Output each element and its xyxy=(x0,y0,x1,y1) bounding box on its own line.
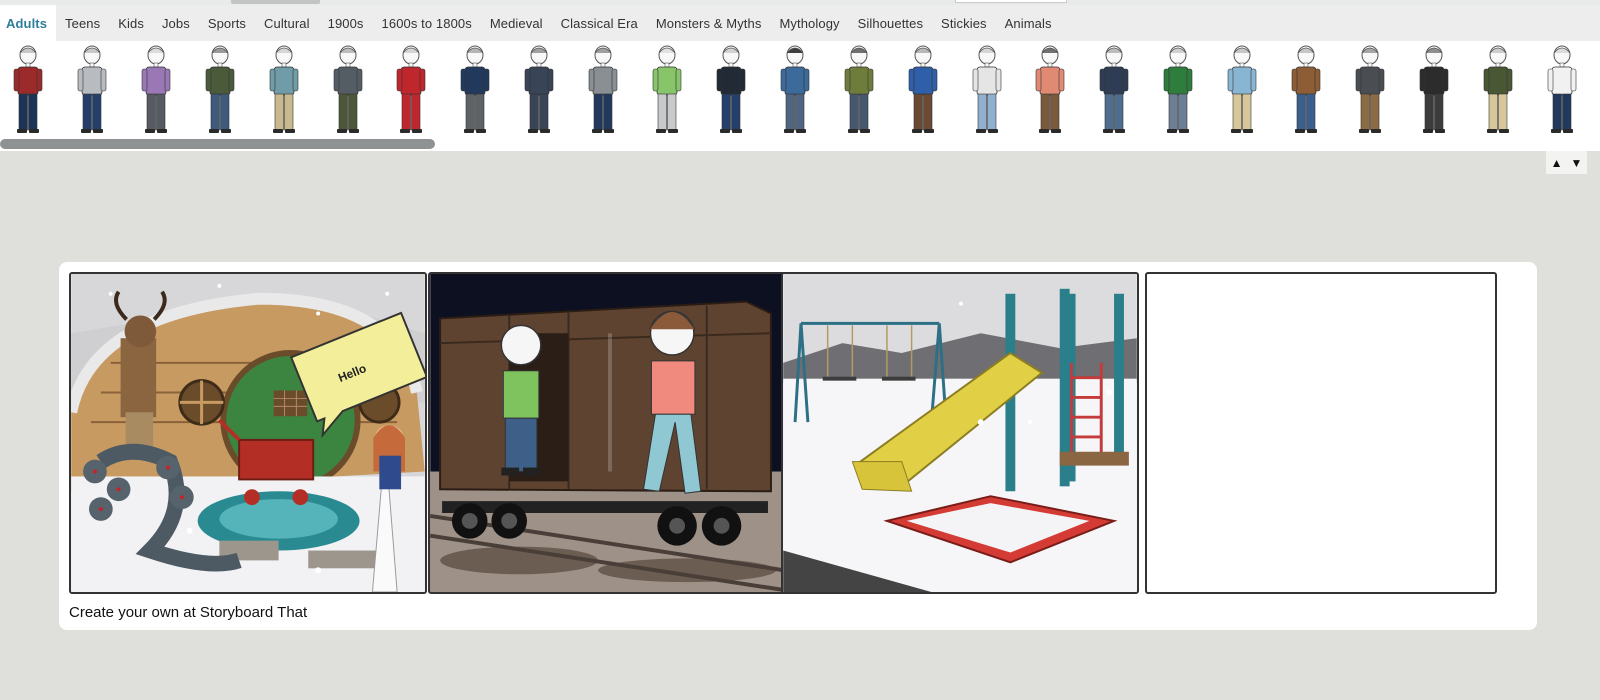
character-thumbnail[interactable] xyxy=(1414,44,1454,136)
character-thumbnail[interactable] xyxy=(839,44,879,136)
character-figure xyxy=(205,45,234,133)
character-thumbnail[interactable] xyxy=(1478,44,1518,136)
character-figure xyxy=(1483,45,1512,133)
tab-adults[interactable]: Adults xyxy=(0,5,57,41)
character-figure xyxy=(1419,45,1449,133)
character-figure xyxy=(1291,45,1321,133)
character-library-row xyxy=(0,41,1600,151)
character-thumbnail[interactable] xyxy=(711,44,751,136)
character-figure xyxy=(972,45,1001,133)
character-figure xyxy=(1547,45,1576,133)
character-thumbnail[interactable] xyxy=(455,44,495,136)
character-thumbnail[interactable] xyxy=(1222,44,1262,136)
character-thumbnail[interactable] xyxy=(1094,44,1134,136)
storyboard-cell-3[interactable] xyxy=(781,272,1139,594)
character-figure xyxy=(269,45,298,133)
character-figure xyxy=(77,45,107,133)
character-thumbnail[interactable] xyxy=(1158,44,1198,136)
character-figure xyxy=(652,45,682,133)
character-thumbnail[interactable] xyxy=(1030,44,1070,136)
character-thumbnail[interactable] xyxy=(647,44,687,136)
character-figure xyxy=(780,45,810,133)
tab-classical-era[interactable]: Classical Era xyxy=(552,5,647,41)
tab-sports[interactable]: Sports xyxy=(199,5,255,41)
top-scroll-grip[interactable] xyxy=(231,0,320,4)
scene-snowy-hobbit-hole: Hello xyxy=(71,274,425,592)
character-figure xyxy=(1355,45,1385,133)
tab-cultural[interactable]: Cultural xyxy=(255,5,319,41)
tab-1900s[interactable]: 1900s xyxy=(319,5,373,41)
character-thumbnail[interactable] xyxy=(1350,44,1390,136)
zoom-arrows: ▲ ▼ xyxy=(1546,151,1587,174)
character-thumbnail[interactable] xyxy=(328,44,368,136)
character-thumbnail[interactable] xyxy=(519,44,559,136)
character-figure xyxy=(908,45,937,133)
tab-stickies[interactable]: Stickies xyxy=(932,5,996,41)
character-figure xyxy=(141,45,171,133)
character-figure xyxy=(524,45,554,133)
tab-jobs[interactable]: Jobs xyxy=(153,5,199,41)
tab-animals[interactable]: Animals xyxy=(996,5,1061,41)
storyboard: Hello Create your own at Storyboard That xyxy=(59,262,1537,630)
character-figure xyxy=(588,45,618,133)
scene-snowy-playground xyxy=(783,274,1137,592)
scene-train-boxcar xyxy=(430,274,784,592)
tab-teens[interactable]: Teens xyxy=(56,5,109,41)
tab-kids[interactable]: Kids xyxy=(109,5,153,41)
storyboard-cell-4-empty[interactable] xyxy=(1145,272,1497,594)
character-figure xyxy=(1163,45,1193,133)
character-figure xyxy=(1099,45,1129,133)
storyboard-caption: Create your own at Storyboard That xyxy=(69,604,308,621)
character-thumbnail[interactable] xyxy=(200,44,240,136)
storyboard-cell-1[interactable]: Hello xyxy=(69,272,427,594)
character-figure xyxy=(397,45,426,133)
character-thumbnail[interactable] xyxy=(903,44,943,136)
character-thumbnail[interactable] xyxy=(136,44,176,136)
arrow-down-icon[interactable]: ▼ xyxy=(1571,157,1583,169)
character-figure xyxy=(333,45,362,133)
character-figure xyxy=(13,45,43,133)
tab-silhouettes[interactable]: Silhouettes xyxy=(849,5,932,41)
character-thumbnail[interactable] xyxy=(775,44,815,136)
character-thumbnail[interactable] xyxy=(583,44,623,136)
storyboard-cell-2[interactable] xyxy=(428,272,786,594)
character-thumbnail[interactable] xyxy=(72,44,112,136)
tab-medieval[interactable]: Medieval xyxy=(481,5,552,41)
character-thumbnail[interactable] xyxy=(1286,44,1326,136)
character-thumbnail[interactable] xyxy=(391,44,431,136)
character-figure xyxy=(1036,45,1065,133)
character-row-scrollbar[interactable] xyxy=(0,139,435,149)
tab-mythology[interactable]: Mythology xyxy=(770,5,848,41)
tab-monsters-myths[interactable]: Monsters & Myths xyxy=(647,5,771,41)
character-figure xyxy=(844,45,873,133)
arrow-up-icon[interactable]: ▲ xyxy=(1551,157,1563,169)
character-thumbnail[interactable] xyxy=(1542,44,1582,136)
character-thumbnail[interactable] xyxy=(264,44,304,136)
top-search-box-edge[interactable] xyxy=(955,0,1067,3)
character-figure xyxy=(1227,45,1257,133)
character-thumbnail[interactable] xyxy=(967,44,1007,136)
tab-1600s-to-1800s[interactable]: 1600s to 1800s xyxy=(373,5,481,41)
character-figure xyxy=(460,45,490,133)
character-thumbnail[interactable] xyxy=(8,44,48,136)
category-tab-bar: Adults Teens Kids Jobs Sports Cultural 1900s 16… xyxy=(0,5,1600,41)
character-figure xyxy=(716,45,746,133)
